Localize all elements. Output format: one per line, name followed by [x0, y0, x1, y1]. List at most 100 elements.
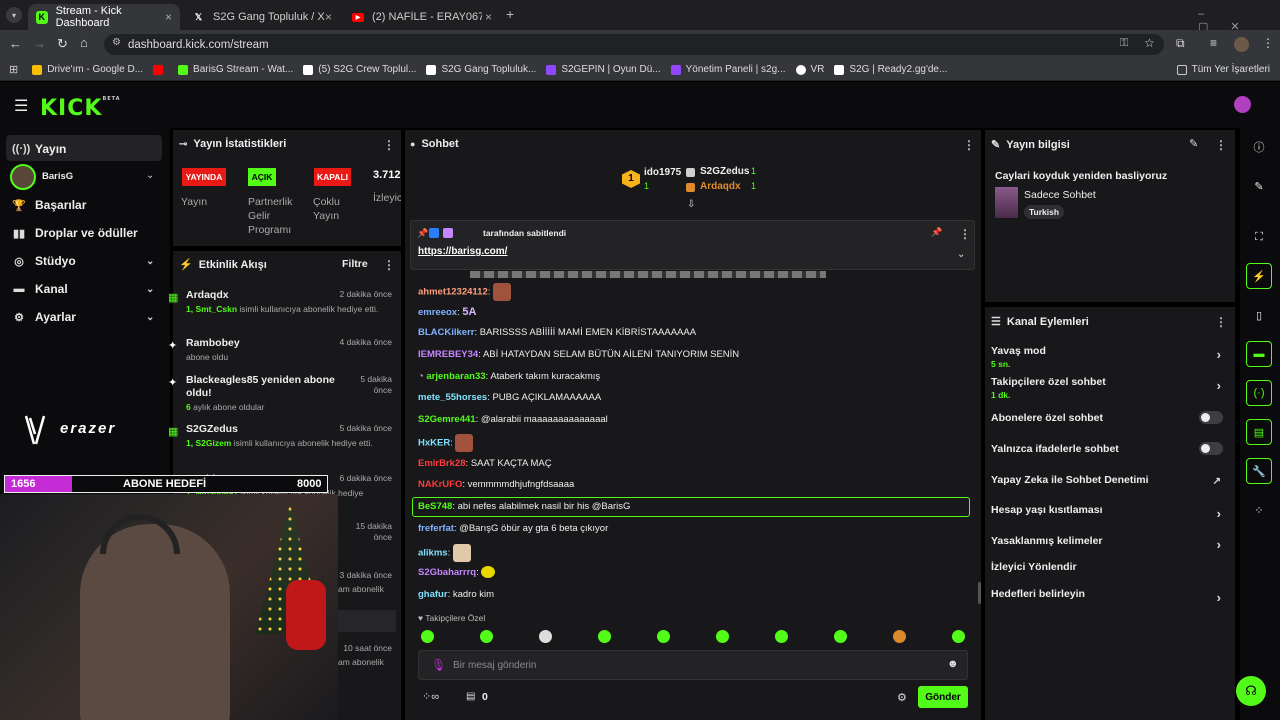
- chat-username[interactable]: HxKER: [418, 438, 450, 449]
- chat-message[interactable]: ahmet12324112:: [418, 283, 512, 301]
- action-set-goals[interactable]: Hedefleri belirleyin ›: [991, 588, 1231, 605]
- hamburger-menu-icon[interactable]: ☰: [14, 96, 28, 116]
- action-account-age[interactable]: Hesap yaşı kısıtlaması ›: [991, 504, 1231, 521]
- emote-button[interactable]: [657, 630, 670, 643]
- bookmark-4[interactable]: S2G Gang Topluluk...: [426, 64, 536, 75]
- tab-youtube[interactable]: ▶ (2) NAFİLE - ERAY067 & MANS ×: [344, 4, 500, 30]
- pinned-menu-icon[interactable]: ⋮: [959, 227, 971, 241]
- chat-message[interactable]: BLACKilkerr: BARISSSS ABİİİİİ MAMİ EMEN …: [418, 326, 696, 340]
- chat-username[interactable]: mete_55horses: [418, 392, 487, 403]
- chat-username[interactable]: freferfat: [418, 523, 454, 534]
- home-icon[interactable]: ⌂: [80, 35, 88, 50]
- broadcast-icon[interactable]: (·): [1246, 380, 1272, 406]
- chat-username[interactable]: S2Gbaharrrq: [418, 567, 476, 578]
- emote-button[interactable]: [952, 630, 965, 643]
- microphone-icon[interactable]: 🎙: [431, 658, 446, 672]
- address-bar[interactable]: ⚙ dashboard.kick.com/stream ⚿ ☆: [104, 34, 1164, 55]
- sidebar-item-kanal[interactable]: ▬ Kanal ⌄: [12, 282, 155, 296]
- profile-avatar[interactable]: [1234, 37, 1249, 52]
- chat-menu-icon[interactable]: ⋮: [963, 138, 975, 152]
- chat-username[interactable]: NAKrUFO: [418, 479, 462, 490]
- emote-button[interactable]: [834, 630, 847, 643]
- apps-icon[interactable]: ⁘: [1246, 497, 1272, 523]
- chat-username[interactable]: arjenbaran33: [426, 371, 485, 382]
- chat-settings-icon[interactable]: ⚙: [897, 691, 907, 704]
- chat-message[interactable]: EmirBrk28: SAAT KAÇTA MAÇ: [418, 457, 552, 471]
- site-info-icon[interactable]: ⚙: [112, 37, 121, 48]
- chat-message[interactable]: S2Gemre441: @alarabii maaaaaaaaaaaaaal: [418, 413, 608, 427]
- chat-message[interactable]: alikms:: [418, 544, 471, 562]
- fullscreen-icon[interactable]: ⛶: [1246, 224, 1272, 250]
- wrench-icon[interactable]: 🔧: [1246, 458, 1272, 484]
- sidebar-item-basarilar[interactable]: 🏆 Başarılar: [12, 198, 86, 212]
- forward-icon[interactable]: →: [33, 36, 46, 51]
- close-icon[interactable]: ×: [165, 10, 172, 24]
- bookmark-6[interactable]: Yönetim Paneli | s2g...: [670, 64, 786, 75]
- bookmark-5[interactable]: S2GEPIN | Oyun Dü...: [546, 64, 661, 75]
- pencil-icon[interactable]: ✎: [1246, 173, 1272, 199]
- layout-icon[interactable]: ▤: [1246, 419, 1272, 445]
- chat-message[interactable]: emreeox: 5A: [418, 305, 476, 320]
- reload-icon[interactable]: ↻: [57, 36, 68, 52]
- bookmark-2[interactable]: BarisG Stream - Wat...: [178, 64, 293, 75]
- chat-message[interactable]: freferfat: @BarışG öbür ay gta 6 beta çı…: [418, 522, 608, 536]
- chat-message[interactable]: HxKER:: [418, 434, 474, 452]
- action-emote-only[interactable]: Yalnızca ifadelerle sohbet: [991, 442, 1231, 455]
- emote-button[interactable]: [775, 630, 788, 643]
- emote-button[interactable]: [893, 630, 906, 643]
- chat-message[interactable]: S2Gbaharrrq:: [418, 566, 496, 580]
- emoji-picker-icon[interactable]: ☻: [947, 658, 959, 670]
- subscribers-only-toggle[interactable]: [1199, 411, 1223, 424]
- sidebar-item-droplar[interactable]: ▮▮ Droplar ve ödüller: [12, 226, 138, 240]
- chat-message[interactable]: IEMREBEY34: ABİ HATAYDAN SELAM BÜTÜN AİL…: [418, 348, 739, 362]
- chat-input-box[interactable]: 🎙 Bir mesaj gönderin ☻: [418, 650, 968, 680]
- bookmark-1[interactable]: [153, 64, 168, 75]
- bookmark-3[interactable]: (5) S2G Crew Toplul...: [303, 64, 416, 75]
- chevron-down-icon[interactable]: ⌄: [957, 249, 965, 260]
- emote-button[interactable]: [480, 630, 493, 643]
- all-bookmarks[interactable]: Tüm Yer İşaretleri: [1176, 64, 1270, 75]
- lightning-icon[interactable]: ⚡: [1246, 263, 1272, 289]
- extensions-icon[interactable]: ⧉: [1176, 36, 1185, 51]
- support-button[interactable]: ☊: [1236, 676, 1266, 706]
- chat-username[interactable]: ghafur: [418, 589, 448, 600]
- media-icon[interactable]: ≡: [1210, 36, 1217, 50]
- emote-button[interactable]: [539, 630, 552, 643]
- tab-search-icon[interactable]: ▾: [6, 7, 22, 23]
- send-button[interactable]: Gönder: [918, 686, 968, 708]
- new-tab-button[interactable]: +: [506, 6, 514, 22]
- action-banned-words[interactable]: Yasaklanmış kelimeler ›: [991, 535, 1231, 552]
- chat-message[interactable]: ◔ arjenbaran33: Ataberk takım kuracakmış: [418, 370, 600, 384]
- bookmark-8[interactable]: S2G | Ready2.gg'de...: [834, 64, 947, 75]
- chat-username[interactable]: BLACKilkerr: [418, 327, 475, 338]
- bookmark-7[interactable]: VR: [795, 64, 824, 75]
- chat-icon[interactable]: ▬: [1246, 341, 1272, 367]
- action-ai-moderation[interactable]: Yapay Zeka ile Sohbet Denetimi ↗: [991, 474, 1231, 487]
- scroll-down-icon[interactable]: ⇩: [687, 199, 695, 210]
- sidebar-item-studyo[interactable]: ◎ Stüdyo ⌄: [12, 254, 154, 268]
- close-icon[interactable]: ×: [325, 10, 332, 24]
- pinned-message[interactable]: 📌 tarafından sabitlendi https://barisg.c…: [410, 220, 975, 270]
- chat-username[interactable]: EmirBrk28: [418, 458, 466, 469]
- feed-menu-icon[interactable]: ⋮: [383, 258, 395, 272]
- chat-message[interactable]: BeS748: abi nefes alabilmek nasil bir hi…: [418, 500, 630, 514]
- chat-users-icon[interactable]: ⁘∞: [422, 690, 439, 703]
- chat-message[interactable]: NAKrUFO: vemmmmdhjufngfdsaaaa: [418, 478, 574, 492]
- category-name[interactable]: Sadece Sohbet: [1024, 189, 1096, 201]
- back-icon[interactable]: ←: [9, 36, 22, 51]
- chat-username[interactable]: IEMREBEY34: [418, 349, 478, 360]
- action-subscribers-only[interactable]: Abonelere özel sohbet: [991, 411, 1231, 424]
- bookmark-0[interactable]: Drive'ım - Google D...: [32, 64, 143, 75]
- chat-username[interactable]: ahmet12324112: [418, 287, 488, 298]
- pinned-link[interactable]: https://barisg.com/: [418, 246, 507, 257]
- filter-button[interactable]: Filtre: [342, 258, 368, 270]
- account-switcher[interactable]: BarisG ⌄: [8, 164, 162, 190]
- chat-username[interactable]: emreeox: [418, 307, 457, 318]
- close-icon[interactable]: ×: [485, 10, 492, 24]
- apps-icon[interactable]: ⊞: [9, 63, 18, 76]
- document-icon[interactable]: ▯: [1246, 302, 1272, 328]
- tab-x[interactable]: 𝕏 S2G Gang Topluluk / X ×: [184, 4, 340, 30]
- chat-username[interactable]: alikms: [418, 548, 448, 559]
- emote-button[interactable]: [421, 630, 434, 643]
- sidebar-item-ayarlar[interactable]: ⚙ Ayarlar ⌄: [12, 310, 154, 324]
